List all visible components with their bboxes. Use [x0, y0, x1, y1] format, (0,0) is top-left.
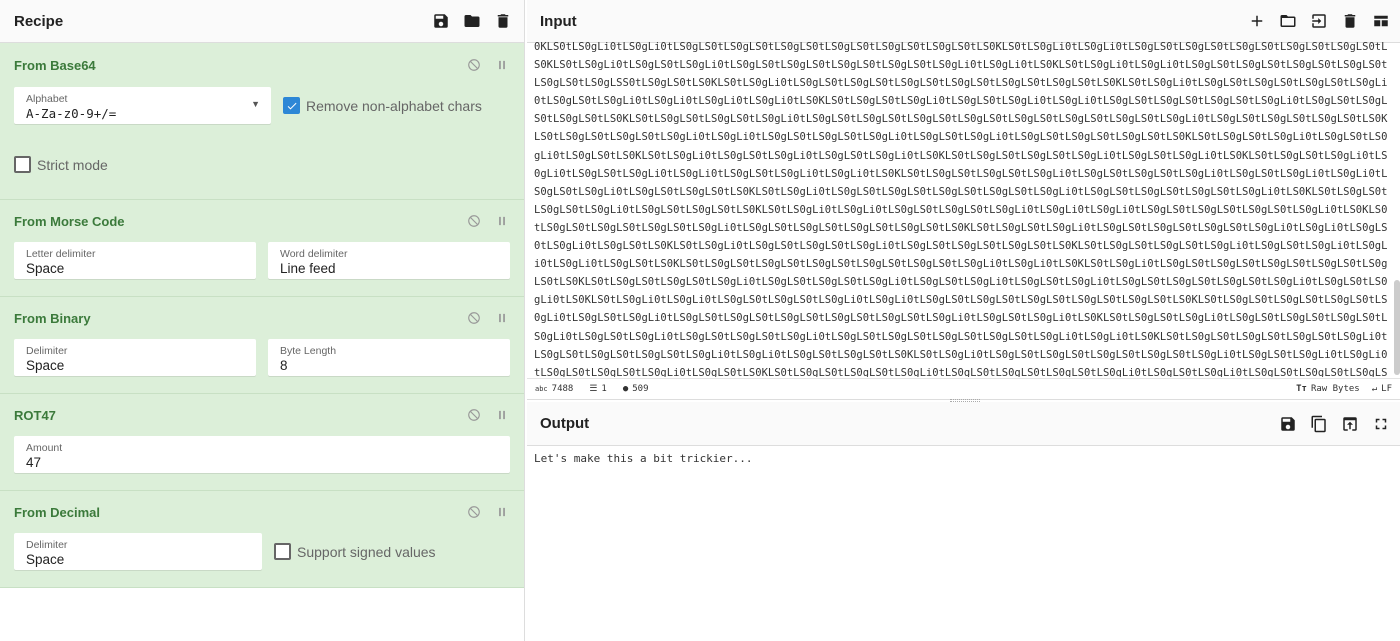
output-header: Output	[527, 402, 1400, 446]
recipe-pane: Recipe From Base64 Alphabet A-Za-z0-9+/=	[0, 0, 525, 641]
decimal-delimiter-label: Delimiter	[26, 539, 68, 551]
output-title: Output	[540, 415, 590, 432]
layout-icon[interactable]	[1371, 12, 1390, 31]
checkbox-icon	[274, 543, 291, 560]
word-delimiter-value: Line feed	[280, 261, 336, 276]
op-from-base64: From Base64 Alphabet A-Za-z0-9+/= ▼ Remo…	[0, 43, 524, 200]
input-status-bar: abc 7488 ☰ 1 ● 509 Tт Raw Bytes ↵ LF	[527, 378, 1400, 400]
load-file-icon[interactable]	[1309, 12, 1328, 31]
letter-delimiter-field[interactable]: Letter delimiter Space	[14, 242, 256, 279]
amount-value: 47	[26, 455, 42, 470]
checkbox-checked-icon	[283, 97, 300, 114]
op-title: From Binary	[14, 310, 91, 326]
strict-label: Strict mode	[37, 156, 108, 173]
output-pane: Output Let's make this a bit trickier...	[527, 402, 1400, 641]
recipe-toolbar	[431, 12, 512, 31]
length-indicator: abc 7488	[535, 384, 573, 394]
replace-input-icon[interactable]	[1340, 414, 1359, 433]
save-output-icon[interactable]	[1278, 414, 1297, 433]
encoding-value: Raw Bytes	[1310, 384, 1360, 394]
pause-icon[interactable]	[495, 408, 509, 422]
input-textarea[interactable]: 0KLS0tLS0gLi0tLS0gLi0tLS0gLS0tLS0gLS0tLS…	[534, 38, 1391, 377]
op-title: From Base64	[14, 57, 96, 73]
checkbox-icon	[14, 156, 31, 173]
disable-icon[interactable]	[467, 214, 481, 228]
text-format-icon: Tт	[1296, 384, 1307, 394]
lines-indicator: ☰ 1	[589, 384, 607, 394]
lines-value: 1	[601, 384, 607, 394]
eol-value: LF	[1381, 384, 1392, 394]
binary-delimiter-label: Delimiter	[26, 345, 68, 357]
input-scrollbar[interactable]	[1394, 280, 1400, 375]
op-from-binary: From Binary Delimiter Space Byte Length …	[0, 297, 524, 394]
recipe-title: Recipe	[14, 12, 64, 30]
byte-length-value: 8	[280, 358, 288, 373]
amount-label: Amount	[26, 442, 63, 454]
length-value: 7488	[551, 384, 574, 394]
decimal-delimiter-field[interactable]: Delimiter Space	[14, 533, 262, 570]
input-pane: Input 0KLS0tLS0gLi0tLS0gLi0tLS0gLS0tLS0g…	[527, 0, 1400, 400]
alphabet-value: A-Za-z0-9+/=	[26, 106, 117, 121]
signed-values-checkbox[interactable]: Support signed values	[274, 543, 436, 560]
input-toolbar	[1247, 12, 1390, 31]
output-toolbar	[1278, 414, 1390, 433]
folder-icon[interactable]	[462, 12, 481, 31]
location-pin-icon: ●	[622, 384, 629, 394]
alphabet-select[interactable]: Alphabet A-Za-z0-9+/= ▼	[14, 87, 271, 124]
binary-delimiter-value: Space	[26, 358, 65, 373]
open-folder-icon[interactable]	[1278, 12, 1297, 31]
pause-icon[interactable]	[495, 58, 509, 72]
pause-icon[interactable]	[495, 214, 509, 228]
clear-input-icon[interactable]	[1340, 12, 1359, 31]
op-from-decimal: From Decimal Delimiter Space Support sig…	[0, 491, 524, 588]
add-icon[interactable]	[1247, 12, 1266, 31]
disable-icon[interactable]	[467, 311, 481, 325]
byte-length-label: Byte Length	[280, 345, 337, 357]
alphabet-label: Alphabet	[26, 93, 68, 105]
disable-icon[interactable]	[467, 408, 481, 422]
binary-delimiter-field[interactable]: Delimiter Space	[14, 339, 256, 376]
eol-selector[interactable]: ↵ LF	[1372, 384, 1392, 394]
disable-icon[interactable]	[467, 505, 481, 519]
input-header: Input	[527, 0, 1400, 43]
return-arrow-icon: ↵	[1371, 384, 1378, 394]
recipe-header: Recipe	[0, 0, 524, 43]
word-delimiter-label: Word delimiter	[280, 248, 348, 260]
input-title: Input	[540, 12, 577, 30]
cyberchef-app: Recipe From Base64 Alphabet A-Za-z0-9+/=	[0, 0, 1400, 641]
op-title: ROT47	[14, 407, 56, 423]
fullscreen-icon[interactable]	[1371, 414, 1390, 433]
letter-delimiter-value: Space	[26, 261, 65, 276]
trash-icon[interactable]	[493, 12, 512, 31]
op-title: From Decimal	[14, 504, 100, 520]
position-indicator: ● 509	[623, 384, 649, 394]
position-value: 509	[632, 384, 649, 394]
pause-icon[interactable]	[495, 311, 509, 325]
abc-icon: abc	[535, 385, 548, 393]
letter-delimiter-label: Letter delimiter	[26, 248, 96, 260]
signed-label: Support signed values	[297, 543, 436, 560]
decimal-delimiter-value: Space	[26, 552, 65, 567]
remove-label: Remove non-alphabet chars	[306, 97, 482, 114]
remove-non-alphabet-checkbox[interactable]: Remove non-alphabet chars	[283, 97, 482, 114]
amount-field[interactable]: Amount 47	[14, 436, 510, 473]
pause-icon[interactable]	[495, 505, 509, 519]
op-title: From Morse Code	[14, 213, 125, 229]
strict-mode-checkbox[interactable]: Strict mode	[14, 156, 511, 173]
save-icon[interactable]	[431, 12, 450, 31]
byte-length-field[interactable]: Byte Length 8	[268, 339, 510, 376]
disable-icon[interactable]	[467, 58, 481, 72]
encoding-selector[interactable]: Tт Raw Bytes	[1296, 384, 1360, 394]
copy-icon[interactable]	[1309, 414, 1328, 433]
word-delimiter-field[interactable]: Word delimiter Line feed	[268, 242, 510, 279]
chevron-down-icon: ▼	[251, 99, 260, 109]
op-rot47: ROT47 Amount 47	[0, 394, 524, 491]
lines-icon: ☰	[589, 384, 598, 394]
op-from-morse-code: From Morse Code Letter delimiter Space W…	[0, 200, 524, 297]
output-text: Let's make this a bit trickier...	[534, 452, 753, 465]
